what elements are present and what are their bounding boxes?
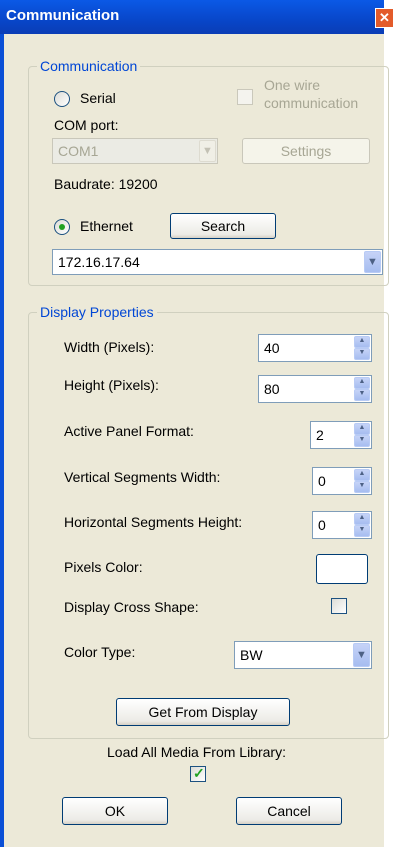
width-label: Width (Pixels): [64, 339, 155, 355]
title-bar[interactable]: Communication ✕ [0, 0, 393, 34]
vertical-segments-spinbox[interactable]: 0 ▲ ▼ [312, 467, 372, 495]
com-port-label: COM port: [54, 117, 119, 133]
ip-address-combo[interactable]: 172.16.17.64 ▼ [52, 249, 383, 275]
get-from-display-label: Get From Display [148, 704, 258, 720]
cross-shape-label: Display Cross Shape: [64, 599, 199, 615]
vertical-segments-value: 0 [318, 473, 326, 489]
baudrate-text: Baudrate: 19200 [54, 176, 158, 192]
vertical-segments-label: Vertical Segments Width: [64, 469, 221, 485]
spin-arrows-icon[interactable]: ▲ ▼ [354, 377, 370, 401]
width-value: 40 [264, 340, 280, 356]
dialog-body: Communication Serial One wire communicat… [4, 34, 389, 847]
display-properties-legend: Display Properties [40, 304, 154, 320]
com-port-select[interactable]: COM1 ▼ [52, 138, 218, 164]
height-label: Height (Pixels): [64, 377, 159, 393]
spin-arrows-icon[interactable]: ▲ ▼ [354, 423, 370, 447]
one-wire-label-line1: One wire [264, 77, 321, 93]
height-value: 80 [264, 381, 280, 397]
window-title: Communication [6, 7, 120, 24]
ok-button-label: OK [104, 803, 126, 819]
cross-shape-checkbox[interactable] [331, 598, 347, 614]
settings-button[interactable]: Settings [242, 138, 370, 164]
color-type-label: Color Type: [64, 644, 136, 660]
horizontal-segments-spinbox[interactable]: 0 ▲ ▼ [312, 511, 372, 539]
settings-button-label: Settings [280, 143, 332, 159]
spin-arrows-icon[interactable]: ▲ ▼ [354, 513, 370, 537]
radio-selected-dot [59, 224, 65, 230]
get-from-display-button[interactable]: Get From Display [116, 698, 290, 726]
horizontal-segments-label: Horizontal Segments Height: [64, 514, 243, 530]
dialog-window: Communication ✕ Communication Serial One… [0, 0, 393, 847]
load-all-media-label: Load All Media From Library: [107, 744, 286, 760]
ethernet-radio[interactable] [54, 219, 70, 235]
spin-arrows-icon[interactable]: ▲ ▼ [354, 336, 370, 360]
ip-address-value: 172.16.17.64 [58, 254, 140, 270]
pixels-color-swatch[interactable] [316, 554, 368, 584]
checkmark-icon: ✓ [193, 765, 205, 781]
ethernet-label: Ethernet [80, 218, 133, 234]
close-icon: ✕ [379, 10, 390, 25]
color-type-select[interactable]: BW ▼ [234, 641, 372, 669]
serial-radio[interactable] [54, 91, 70, 107]
panel-format-value: 2 [316, 427, 324, 443]
cancel-button[interactable]: Cancel [236, 797, 342, 825]
panel-format-spinbox[interactable]: 2 ▲ ▼ [310, 421, 372, 449]
load-all-media-checkbox[interactable]: ✓ [190, 765, 206, 782]
chevron-down-icon[interactable]: ▼ [364, 251, 381, 273]
chevron-down-icon[interactable]: ▼ [353, 643, 370, 667]
search-button[interactable]: Search [170, 213, 276, 239]
close-button[interactable]: ✕ [375, 8, 393, 28]
one-wire-label-line2: communication [264, 95, 359, 111]
serial-label: Serial [80, 90, 116, 106]
pixels-color-label: Pixels Color: [64, 559, 143, 575]
one-wire-checkbox[interactable] [237, 89, 253, 105]
search-button-label: Search [200, 218, 246, 234]
chevron-down-icon[interactable]: ▼ [199, 140, 216, 162]
cancel-button-label: Cancel [267, 803, 311, 819]
height-spinbox[interactable]: 80 ▲ ▼ [258, 375, 372, 403]
com-port-value: COM1 [58, 143, 99, 159]
communication-legend: Communication [40, 58, 138, 74]
color-type-value: BW [240, 647, 263, 663]
spin-arrows-icon[interactable]: ▲ ▼ [354, 469, 370, 493]
panel-format-label: Active Panel Format: [64, 423, 194, 439]
horizontal-segments-value: 0 [318, 517, 326, 533]
ok-button[interactable]: OK [62, 797, 168, 825]
width-spinbox[interactable]: 40 ▲ ▼ [258, 334, 372, 362]
